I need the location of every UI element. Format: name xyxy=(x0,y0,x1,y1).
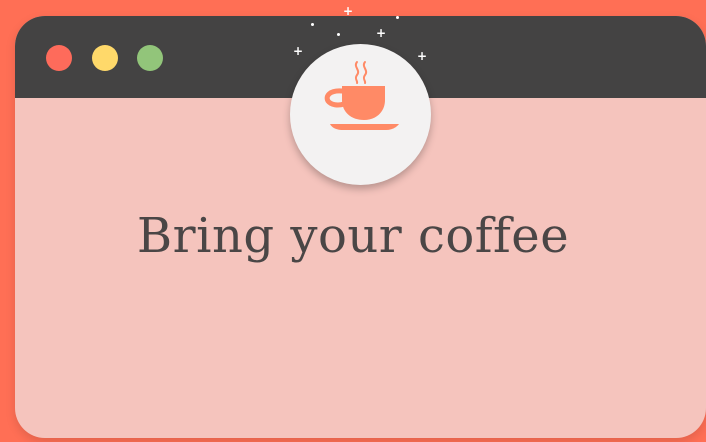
sparkle-icon xyxy=(337,33,340,36)
coffee-cup-icon xyxy=(324,61,399,130)
headline: Bring your coffee xyxy=(136,208,570,264)
close-button[interactable] xyxy=(46,45,72,71)
sparkle-icon xyxy=(396,16,399,19)
sparkle-icon: + xyxy=(376,26,387,40)
maximize-button[interactable] xyxy=(137,45,163,71)
sparkle-icon: + xyxy=(343,4,354,18)
sparkle-icon xyxy=(311,23,314,26)
minimize-button[interactable] xyxy=(92,45,118,71)
coffee-badge xyxy=(290,44,431,185)
